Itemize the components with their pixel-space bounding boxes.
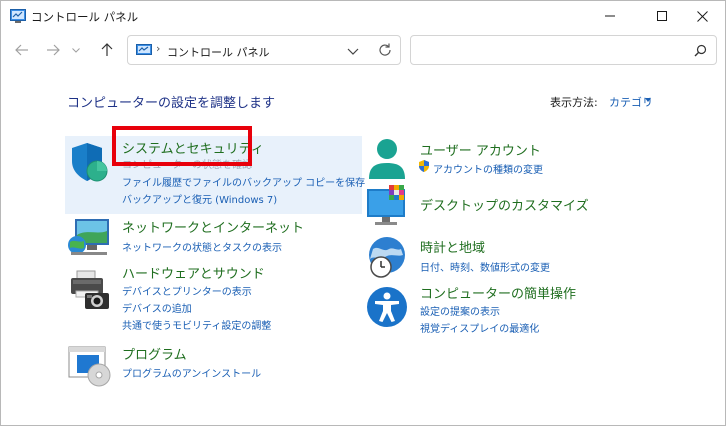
close-icon	[696, 10, 708, 22]
caret-down-icon[interactable]	[645, 98, 651, 102]
minimize-button[interactable]	[587, 1, 633, 31]
search-input[interactable]	[417, 41, 685, 59]
network-globe-icon[interactable]	[67, 215, 111, 259]
title-bar: コントロール パネル	[1, 1, 725, 31]
user-icon[interactable]	[365, 137, 409, 181]
breadcrumb-path[interactable]: コントロール パネル	[167, 44, 270, 60]
category-title-appearance[interactable]: デスクトップのカスタマイズ	[420, 195, 589, 214]
desktop-customize-icon[interactable]	[365, 185, 409, 229]
forward-button[interactable]	[41, 38, 65, 62]
navigation-bar: › コントロール パネル	[1, 32, 725, 68]
refresh-icon[interactable]	[377, 42, 393, 58]
programs-disc-icon[interactable]	[67, 343, 111, 387]
link-optimize-display[interactable]: 視覚ディスプレイの最適化	[420, 320, 539, 335]
category-title-user-accounts[interactable]: ユーザー アカウント	[420, 140, 541, 159]
link-date-time-format[interactable]: 日付、時刻、数値形式の変更	[420, 259, 550, 274]
link-suggested-settings[interactable]: 設定の提案の表示	[420, 303, 500, 318]
category-title-ease-of-access[interactable]: コンピューターの簡単操作	[420, 283, 576, 302]
window-title: コントロール パネル	[31, 10, 139, 24]
link-mobility-settings[interactable]: 共通で使うモビリティ設定の調整	[122, 317, 271, 332]
link-add-device[interactable]: デバイスの追加	[122, 300, 192, 315]
category-title-hardware[interactable]: ハードウェアとサウンド	[122, 263, 265, 282]
link-change-account-type[interactable]: アカウントの種類の変更	[433, 161, 543, 176]
maximize-icon	[657, 11, 667, 21]
up-button[interactable]	[95, 38, 119, 62]
uac-shield-icon	[419, 160, 429, 172]
forward-arrow-icon	[47, 44, 60, 56]
view-by-selector: 表示方法: カテゴリ	[550, 94, 653, 110]
view-by-label: 表示方法:	[550, 96, 598, 109]
category-title-programs[interactable]: プログラム	[122, 344, 187, 363]
up-arrow-icon	[101, 43, 113, 56]
minimize-icon	[605, 15, 615, 17]
page-title: コンピューターの設定を調整します	[67, 96, 276, 111]
recent-locations-button[interactable]	[68, 38, 84, 62]
view-by-dropdown[interactable]: カテゴリ	[609, 94, 653, 110]
close-button[interactable]	[679, 1, 725, 31]
chevron-down-icon[interactable]	[346, 44, 360, 58]
search-icon[interactable]	[694, 44, 707, 57]
back-arrow-icon	[15, 44, 28, 56]
back-button[interactable]	[10, 38, 34, 62]
link-network-status[interactable]: ネットワークの状態とタスクの表示	[122, 239, 282, 254]
breadcrumb-separator: ›	[156, 42, 161, 55]
printer-camera-icon[interactable]	[67, 269, 111, 313]
category-title-clock-region[interactable]: 時計と地域	[420, 237, 485, 256]
address-bar[interactable]: › コントロール パネル	[127, 35, 401, 65]
accessibility-icon[interactable]	[365, 285, 409, 329]
control-panel-icon	[136, 44, 152, 55]
control-panel-icon	[10, 9, 26, 23]
highlight-annotation	[112, 126, 252, 166]
link-uninstall-program[interactable]: プログラムのアンインストール	[122, 365, 261, 380]
search-box[interactable]	[410, 35, 717, 65]
link-file-history-backup[interactable]: ファイル履歴でファイルのバックアップ コピーを保存	[122, 174, 365, 189]
clock-globe-icon[interactable]	[365, 235, 409, 279]
category-title-network[interactable]: ネットワークとインターネット	[122, 217, 304, 236]
link-devices-printers[interactable]: デバイスとプリンターの表示	[122, 283, 252, 298]
shield-icon[interactable]	[69, 141, 113, 185]
control-panel-window: コントロール パネル › コントロール パネル コンピューターの設定を調整します…	[0, 0, 726, 426]
chevron-down-icon	[72, 47, 80, 53]
link-backup-restore[interactable]: バックアップと復元 (Windows 7)	[122, 191, 277, 206]
